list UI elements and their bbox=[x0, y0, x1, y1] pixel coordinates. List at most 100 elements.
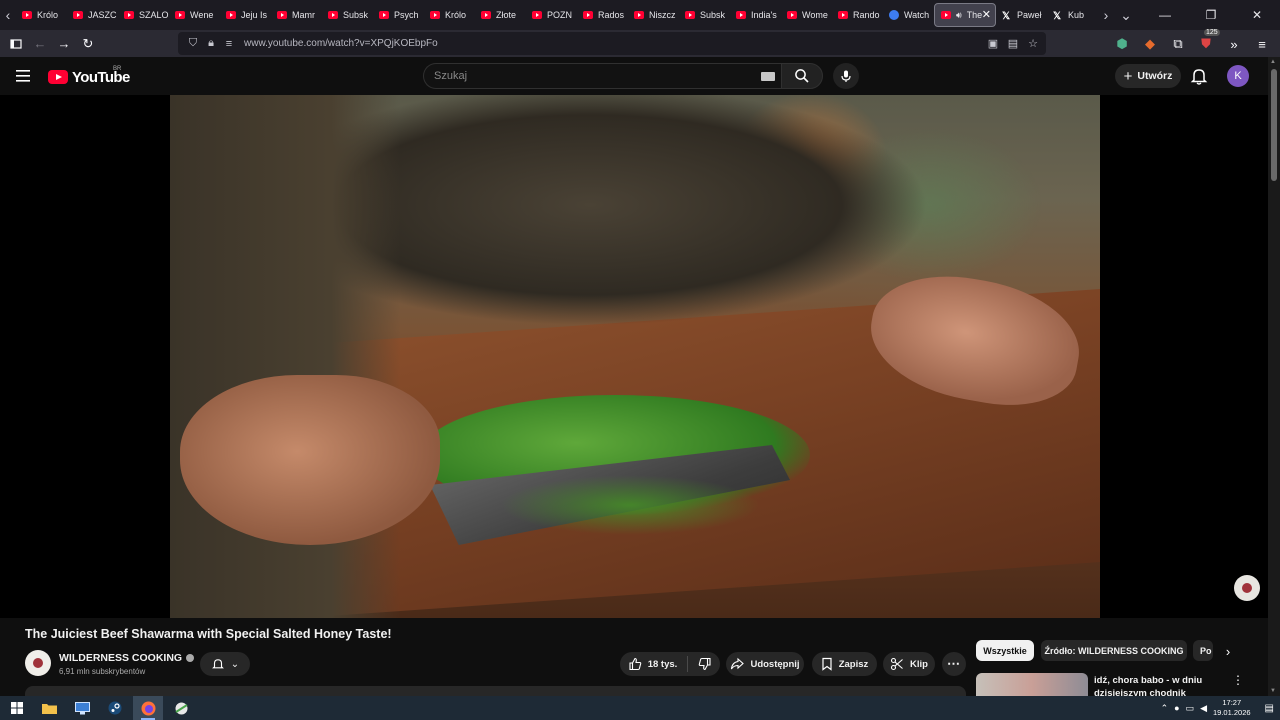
remote-desktop-icon[interactable] bbox=[67, 696, 97, 720]
reload-button[interactable]: ↻ bbox=[76, 32, 100, 56]
chevron-down-icon: ⌄ bbox=[230, 658, 240, 670]
browser-tab[interactable]: Watch bbox=[883, 0, 934, 30]
create-button[interactable]: + Utwórz bbox=[1115, 64, 1181, 88]
restore-button[interactable]: ❐ bbox=[1188, 0, 1234, 30]
like-count[interactable]: 18 tys. bbox=[648, 659, 678, 670]
bookmark-star-icon[interactable]: ☆ bbox=[1024, 34, 1042, 52]
browser-tab[interactable]: Wome bbox=[781, 0, 832, 30]
ublock-extension-icon[interactable]: ⛊ 125 bbox=[1194, 29, 1220, 56]
channel-name[interactable]: WILDERNESS COOKING bbox=[59, 652, 182, 664]
chip-all[interactable]: Wszystkie bbox=[976, 640, 1034, 661]
app-icon[interactable] bbox=[166, 696, 196, 720]
youtube-icon bbox=[226, 11, 236, 19]
microphone-tray-icon[interactable]: ● bbox=[1174, 703, 1179, 713]
recommended-video-more-icon[interactable]: ⋮ bbox=[1232, 673, 1244, 689]
tab-title: The bbox=[966, 10, 983, 20]
scroll-up-arrow-icon[interactable]: ▲ bbox=[1270, 59, 1276, 65]
picture-in-picture-icon[interactable]: ▣ bbox=[984, 34, 1002, 52]
browser-tab[interactable]: Subsk bbox=[679, 0, 730, 30]
browser-tab[interactable]: 𝕏 Paweł bbox=[996, 0, 1047, 30]
account-avatar[interactable]: K bbox=[1227, 65, 1249, 87]
sidebar-toggle-icon[interactable] bbox=[4, 32, 28, 56]
app-menu-hamburger-icon[interactable]: ≡ bbox=[1250, 32, 1274, 56]
tabs-scroll-right-icon[interactable]: › bbox=[1098, 0, 1114, 30]
browser-tab[interactable]: JASZC bbox=[67, 0, 118, 30]
chip-next-partial[interactable]: Po bbox=[1193, 640, 1213, 661]
minimize-button[interactable]: — bbox=[1142, 0, 1188, 30]
guide-menu-hamburger-icon[interactable] bbox=[14, 66, 34, 86]
lock-icon[interactable]: 🔒︎ bbox=[202, 35, 220, 53]
more-actions-button[interactable]: ⋯ bbox=[942, 652, 966, 676]
channel-avatar[interactable] bbox=[25, 650, 51, 676]
close-window-button[interactable]: ✕ bbox=[1234, 0, 1280, 30]
extensions-puzzle-icon[interactable]: ⧉ bbox=[1166, 32, 1190, 56]
clip-button[interactable]: Klip bbox=[883, 652, 935, 676]
tray-overflow-chevron-icon[interactable]: ⌃ bbox=[1161, 703, 1169, 714]
browser-tab[interactable]: Mamr bbox=[271, 0, 322, 30]
browser-tab[interactable]: Rados bbox=[577, 0, 628, 30]
chip-from-channel[interactable]: Źródło: WILDERNESS COOKING bbox=[1041, 640, 1187, 661]
browser-tab[interactable]: Rando bbox=[832, 0, 883, 30]
url-text[interactable]: www.youtube.com/watch?v=XPQjKOEbpFo bbox=[244, 38, 438, 49]
browser-tab[interactable]: Psych bbox=[373, 0, 424, 30]
fox-extension-icon[interactable]: ◆ bbox=[1138, 32, 1162, 56]
recommended-video-thumbnail[interactable] bbox=[976, 673, 1088, 696]
bookmark-icon bbox=[822, 657, 832, 671]
permissions-icon[interactable]: ≡ bbox=[220, 35, 238, 53]
back-button[interactable]: ← bbox=[28, 32, 52, 56]
search-input[interactable] bbox=[434, 64, 754, 88]
tab-list-chevron-down-icon[interactable]: ⌄ bbox=[1114, 0, 1138, 30]
file-explorer-icon[interactable] bbox=[34, 696, 64, 720]
scrollbar-thumb[interactable] bbox=[1271, 69, 1277, 181]
recommended-video-title[interactable]: idź, chora babo - w dniu dzisiejszym cho… bbox=[1094, 674, 1224, 696]
notifications-button[interactable] bbox=[1189, 66, 1209, 86]
close-tab-icon[interactable]: ✕ bbox=[982, 8, 991, 21]
browser-tab[interactable]: Wene bbox=[169, 0, 220, 30]
vpn-extension-icon[interactable]: ⬢ bbox=[1110, 32, 1134, 56]
forward-button[interactable]: → bbox=[52, 32, 76, 56]
tracking-protection-shield-icon[interactable]: ⛉ bbox=[184, 35, 202, 53]
browser-tab[interactable]: Niszcz bbox=[628, 0, 679, 30]
volume-icon[interactable]: ◀ bbox=[1200, 703, 1207, 714]
region-code: BR bbox=[113, 66, 122, 72]
subscription-notifications-button[interactable]: ⌄ bbox=[200, 652, 250, 676]
thumbs-up-icon[interactable] bbox=[628, 657, 642, 671]
browser-tab[interactable]: Jeju Is bbox=[220, 0, 271, 30]
browser-tab[interactable]: 𝕏 Kub bbox=[1047, 0, 1098, 30]
browser-tab[interactable]: Złote bbox=[475, 0, 526, 30]
scroll-down-arrow-icon[interactable]: ▼ bbox=[1270, 688, 1276, 694]
video-frame[interactable] bbox=[170, 95, 1100, 618]
channel-watermark-logo[interactable] bbox=[1234, 575, 1260, 601]
more-tools-chevron-icon[interactable]: » bbox=[1222, 32, 1246, 56]
save-button[interactable]: Zapisz bbox=[812, 652, 877, 676]
keyboard-icon[interactable] bbox=[761, 72, 775, 81]
tab-title: Rados bbox=[598, 10, 625, 20]
steam-icon[interactable] bbox=[100, 696, 130, 720]
voice-search-button[interactable] bbox=[833, 63, 859, 89]
chips-scroll-right-chevron-icon[interactable]: › bbox=[1218, 641, 1238, 661]
browser-tab[interactable]: Królo bbox=[16, 0, 67, 30]
channel-name-link[interactable]: WILDERNESS COOKING bbox=[59, 652, 195, 664]
browser-tab[interactable]: Królo bbox=[424, 0, 475, 30]
firefox-icon[interactable] bbox=[133, 696, 163, 720]
url-bar[interactable]: ⛉ 🔒︎ ≡ www.youtube.com/watch?v=XPQjKOEbp… bbox=[178, 32, 1046, 55]
network-icon[interactable]: ▭ bbox=[1186, 703, 1195, 714]
browser-tab[interactable]: India's bbox=[730, 0, 781, 30]
browser-tab[interactable]: POZN bbox=[526, 0, 577, 30]
share-arrow-icon bbox=[731, 657, 745, 670]
search-button[interactable] bbox=[781, 63, 823, 89]
browser-tab[interactable]: SZALO bbox=[118, 0, 169, 30]
thumbs-down-icon[interactable] bbox=[698, 657, 712, 671]
share-button[interactable]: Udostępnij bbox=[726, 652, 804, 676]
windows-start-icon[interactable] bbox=[2, 696, 32, 720]
page-scrollbar[interactable]: ▲ ▼ bbox=[1268, 57, 1280, 696]
description-box[interactable] bbox=[25, 686, 966, 696]
reader-view-icon[interactable]: ▤ bbox=[1004, 34, 1022, 52]
browser-tab[interactable]: Subsk bbox=[322, 0, 373, 30]
video-player[interactable] bbox=[0, 95, 1268, 618]
speaker-icon[interactable]: 🔊︎ bbox=[956, 10, 962, 21]
tabs-scroll-left-icon[interactable]: ‹ bbox=[0, 0, 16, 30]
clock[interactable]: 17:27 19.01.2026 bbox=[1213, 698, 1251, 718]
tab-active[interactable]: 🔊︎ The ✕ bbox=[934, 3, 996, 27]
notifications-center-icon[interactable]: ▤ bbox=[1265, 703, 1274, 714]
